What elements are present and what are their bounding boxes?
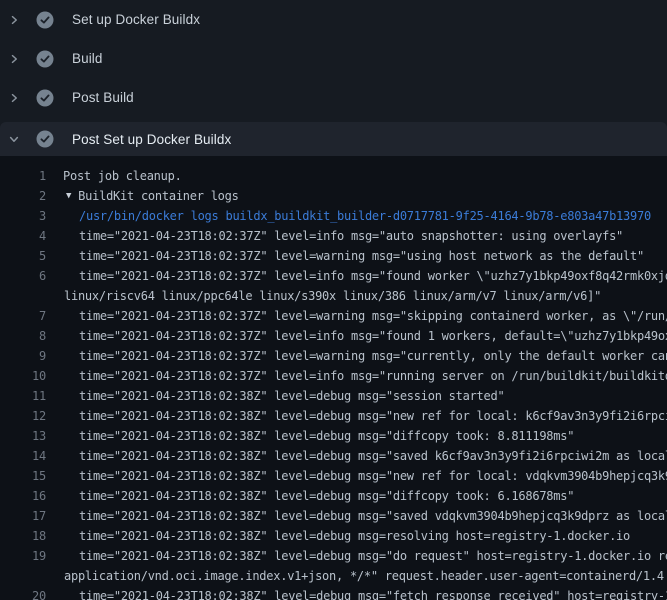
log-text: time="2021-04-23T18:02:38Z" level=debug … [46,586,667,600]
chevron-right-icon[interactable] [0,92,28,104]
log-line-number[interactable]: 7 [0,306,46,326]
step-row-build[interactable]: Build [0,39,667,78]
log-line-number[interactable]: 8 [0,326,46,346]
log-command-text: /usr/bin/docker logs buildx_buildkit_bui… [46,206,651,226]
log-line-number[interactable]: 5 [0,246,46,266]
log-text: time="2021-04-23T18:02:38Z" level=debug … [46,546,667,566]
actions-log-viewer: Set up Docker Buildx Build Post Build [0,0,667,600]
log-text: time="2021-04-23T18:02:38Z" level=debug … [46,526,630,546]
log-line-number[interactable]: 14 [0,446,46,466]
chevron-right-icon[interactable] [0,14,28,26]
log-text: time="2021-04-23T18:02:38Z" level=debug … [46,386,504,406]
log-text: time="2021-04-23T18:02:37Z" level=info m… [46,326,667,346]
log-row: 20time="2021-04-23T18:02:38Z" level=debu… [0,586,667,600]
step-row-post-build[interactable]: Post Build [0,78,667,117]
log-text: linux/riscv64 linux/ppc64le linux/s390x … [46,286,601,306]
log-row: 4time="2021-04-23T18:02:37Z" level=info … [0,226,667,246]
log-text: time="2021-04-23T18:02:38Z" level=debug … [46,446,667,466]
log-line-number[interactable]: 4 [0,226,46,246]
log-row: 6time="2021-04-23T18:02:37Z" level=info … [0,266,667,286]
log-row: 13time="2021-04-23T18:02:38Z" level=debu… [0,426,667,446]
log-text: time="2021-04-23T18:02:38Z" level=debug … [46,406,667,426]
log-row: 18time="2021-04-23T18:02:38Z" level=debu… [0,526,667,546]
log-text: time="2021-04-23T18:02:37Z" level=warnin… [46,346,667,366]
log-row: 10time="2021-04-23T18:02:37Z" level=info… [0,366,667,386]
steps-list: Set up Docker Buildx Build Post Build [0,0,667,156]
log-text: time="2021-04-23T18:02:37Z" level=warnin… [46,246,644,266]
log-line-number[interactable]: 10 [0,366,46,386]
log-line-number[interactable]: 3 [0,206,46,226]
log-row: 8time="2021-04-23T18:02:37Z" level=info … [0,326,667,346]
check-circle-icon [36,11,54,29]
log-line-number[interactable]: 2 [0,186,46,206]
log-row: 9time="2021-04-23T18:02:37Z" level=warni… [0,346,667,366]
step-label: Build [72,51,103,66]
log-line-number[interactable]: 15 [0,466,46,486]
log-line-number[interactable]: 1 [0,166,46,186]
log-line-number [0,286,46,306]
log-text: time="2021-04-23T18:02:38Z" level=debug … [46,486,574,506]
log-text: time="2021-04-23T18:02:38Z" level=debug … [46,506,667,526]
step-label: Set up Docker Buildx [72,12,200,27]
step-label: Post Set up Docker Buildx [72,132,231,147]
log-text: time="2021-04-23T18:02:37Z" level=info m… [46,226,623,246]
chevron-right-icon[interactable] [0,53,28,65]
log-line-number[interactable]: 13 [0,426,46,446]
group-toggle-icon[interactable]: ▼ [46,186,71,206]
log-line-number[interactable]: 11 [0,386,46,406]
log-text: time="2021-04-23T18:02:38Z" level=debug … [46,426,574,446]
step-row-post-setup-docker-buildx[interactable]: Post Set up Docker Buildx [0,122,667,156]
log-row: 11time="2021-04-23T18:02:38Z" level=debu… [0,386,667,406]
log-viewer: 1Post job cleanup.2▼BuildKit container l… [0,156,667,600]
log-row: application/vnd.oci.image.index.v1+json,… [0,566,667,586]
log-text: time="2021-04-23T18:02:37Z" level=info m… [46,266,667,286]
log-line-number[interactable]: 12 [0,406,46,426]
log-line-number[interactable]: 6 [0,266,46,286]
step-row-setup-docker-buildx[interactable]: Set up Docker Buildx [0,0,667,39]
check-circle-icon [36,130,54,148]
log-line-number[interactable]: 18 [0,526,46,546]
log-text: time="2021-04-23T18:02:37Z" level=warnin… [46,306,667,326]
log-row: 16time="2021-04-23T18:02:38Z" level=debu… [0,486,667,506]
step-label: Post Build [72,90,134,105]
log-line-number[interactable]: 19 [0,546,46,566]
log-text: time="2021-04-23T18:02:38Z" level=debug … [46,466,667,486]
log-row: 1Post job cleanup. [0,166,667,186]
log-row: 5time="2021-04-23T18:02:37Z" level=warni… [0,246,667,266]
chevron-down-icon[interactable] [0,133,28,145]
log-line-number [0,566,46,586]
log-row: 15time="2021-04-23T18:02:38Z" level=debu… [0,466,667,486]
log-row: 12time="2021-04-23T18:02:38Z" level=debu… [0,406,667,426]
log-text: application/vnd.oci.image.index.v1+json,… [46,566,664,586]
log-text: Post job cleanup. [46,166,182,186]
check-circle-icon [36,50,54,68]
log-text: time="2021-04-23T18:02:37Z" level=info m… [46,366,667,386]
log-line-number[interactable]: 9 [0,346,46,366]
log-row: 7time="2021-04-23T18:02:37Z" level=warni… [0,306,667,326]
log-row: 3/usr/bin/docker logs buildx_buildkit_bu… [0,206,667,226]
log-row: 19time="2021-04-23T18:02:38Z" level=debu… [0,546,667,566]
log-line-number[interactable]: 16 [0,486,46,506]
log-line-number[interactable]: 20 [0,586,46,600]
log-row: linux/riscv64 linux/ppc64le linux/s390x … [0,286,667,306]
check-circle-icon [36,89,54,107]
log-line-number[interactable]: 17 [0,506,46,526]
log-row: 17time="2021-04-23T18:02:38Z" level=debu… [0,506,667,526]
log-group-title[interactable]: BuildKit container logs [71,186,238,206]
log-row: 14time="2021-04-23T18:02:38Z" level=debu… [0,446,667,466]
log-row: 2▼BuildKit container logs [0,186,667,206]
